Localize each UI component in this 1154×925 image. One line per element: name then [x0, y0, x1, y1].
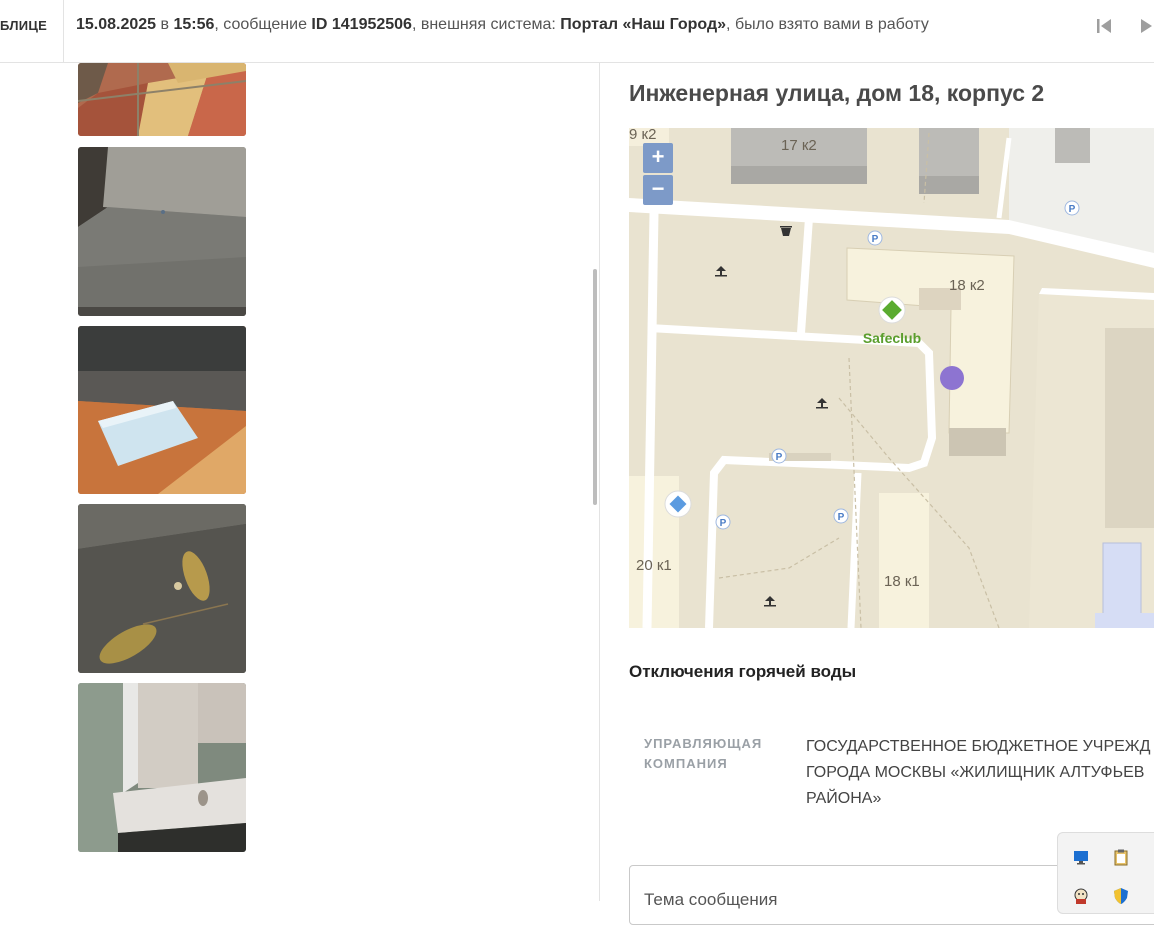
mask-on-floor-photo-icon — [78, 326, 246, 494]
map-poi-label: Safeclub — [863, 330, 921, 346]
map-parking-label: P — [720, 518, 727, 529]
map-parking-label: P — [776, 452, 783, 463]
value-line: ГОРОДА МОСКВЫ «ЖИЛИЩНИК АЛТУФЬЕВ — [806, 764, 1145, 781]
map-building-label: 18 к1 — [884, 573, 920, 590]
value-line: ГОСУДАРСТВЕННОЕ БЮДЖЕТНОЕ УЧРЕЖД — [806, 738, 1151, 755]
status-text: , было взято вами в работу — [726, 16, 929, 33]
management-company-label: УПРАВЛЯЮЩАЯ КОМПАНИЯ — [644, 734, 784, 774]
management-company-value: ГОСУДАРСТВЕННОЕ БЮДЖЕТНОЕ УЧРЕЖД ГОРОДА … — [806, 734, 1154, 812]
message-text: , сообщение — [214, 16, 312, 33]
address-title: Инженерная улица, дом 18, корпус 2 — [629, 80, 1045, 106]
shield-icon[interactable] — [1112, 887, 1130, 905]
zoom-in-button[interactable]: + — [643, 143, 673, 173]
message-time: 15:56 — [173, 16, 215, 33]
map-parking-label: P — [1069, 204, 1076, 215]
photo-thumbnail[interactable] — [78, 147, 246, 316]
message-date: 15.08.2025 — [76, 16, 157, 33]
first-page-icon[interactable] — [1094, 16, 1114, 36]
window-sill-photo-icon — [78, 683, 246, 852]
label-line: КОМПАНИЯ — [644, 756, 728, 771]
photo-thumbnail[interactable] — [78, 504, 246, 673]
value-line: РАЙОНА» — [806, 790, 882, 807]
zoom-out-button[interactable]: − — [643, 175, 673, 205]
subject-field-label: Тема сообщения — [644, 890, 778, 909]
message-in-text: в — [156, 16, 174, 33]
map-view[interactable]: P P P P P 9 к2 17 к2 18 к2 20 к1 18 к1 S… — [629, 128, 1154, 628]
top-bar: БЛИЦЕ 15.08.2025 в 15:56, сообщение ID 1… — [0, 0, 1154, 63]
map-building-label: 20 к1 — [636, 557, 672, 574]
concrete-step-photo-icon — [78, 147, 246, 316]
clipboard-icon[interactable] — [1112, 848, 1130, 866]
map-canvas: P P P P P 9 к2 17 к2 18 к2 20 к1 18 к1 S… — [629, 128, 1154, 628]
label-line: УПРАВЛЯЮЩАЯ — [644, 736, 763, 751]
monitor-icon[interactable] — [1072, 848, 1090, 866]
photo-thumbnail[interactable] — [78, 326, 246, 494]
message-id: ID 141952506 — [311, 16, 412, 33]
app-tray-icon[interactable] — [1072, 887, 1090, 905]
map-building-label: 17 к2 — [781, 137, 817, 154]
map-parking-label: P — [872, 234, 879, 245]
system-tray-popup — [1057, 832, 1154, 914]
leaves-on-asphalt-photo-icon — [78, 504, 246, 673]
external-system-text: , внешняя система: — [411, 16, 561, 33]
photo-thumbnail[interactable] — [78, 63, 246, 136]
hot-water-outages-title: Отключения горячей воды — [629, 662, 857, 681]
map-building-label: 18 к2 — [949, 277, 985, 294]
map-building-label: 9 к2 — [629, 128, 656, 143]
scrollbar-thumb[interactable] — [593, 269, 597, 505]
list-view-tab[interactable]: БЛИЦЕ — [0, 0, 64, 62]
tile-floor-photo-icon — [78, 63, 246, 136]
external-system-name: Портал «Наш Город» — [560, 16, 727, 33]
photo-thumbnail[interactable] — [78, 683, 246, 852]
next-page-icon[interactable] — [1138, 16, 1154, 36]
message-status-line: 15.08.2025 в 15:56, сообщение ID 1419525… — [76, 16, 929, 34]
photo-gallery — [0, 63, 600, 901]
map-parking-label: P — [838, 512, 845, 523]
